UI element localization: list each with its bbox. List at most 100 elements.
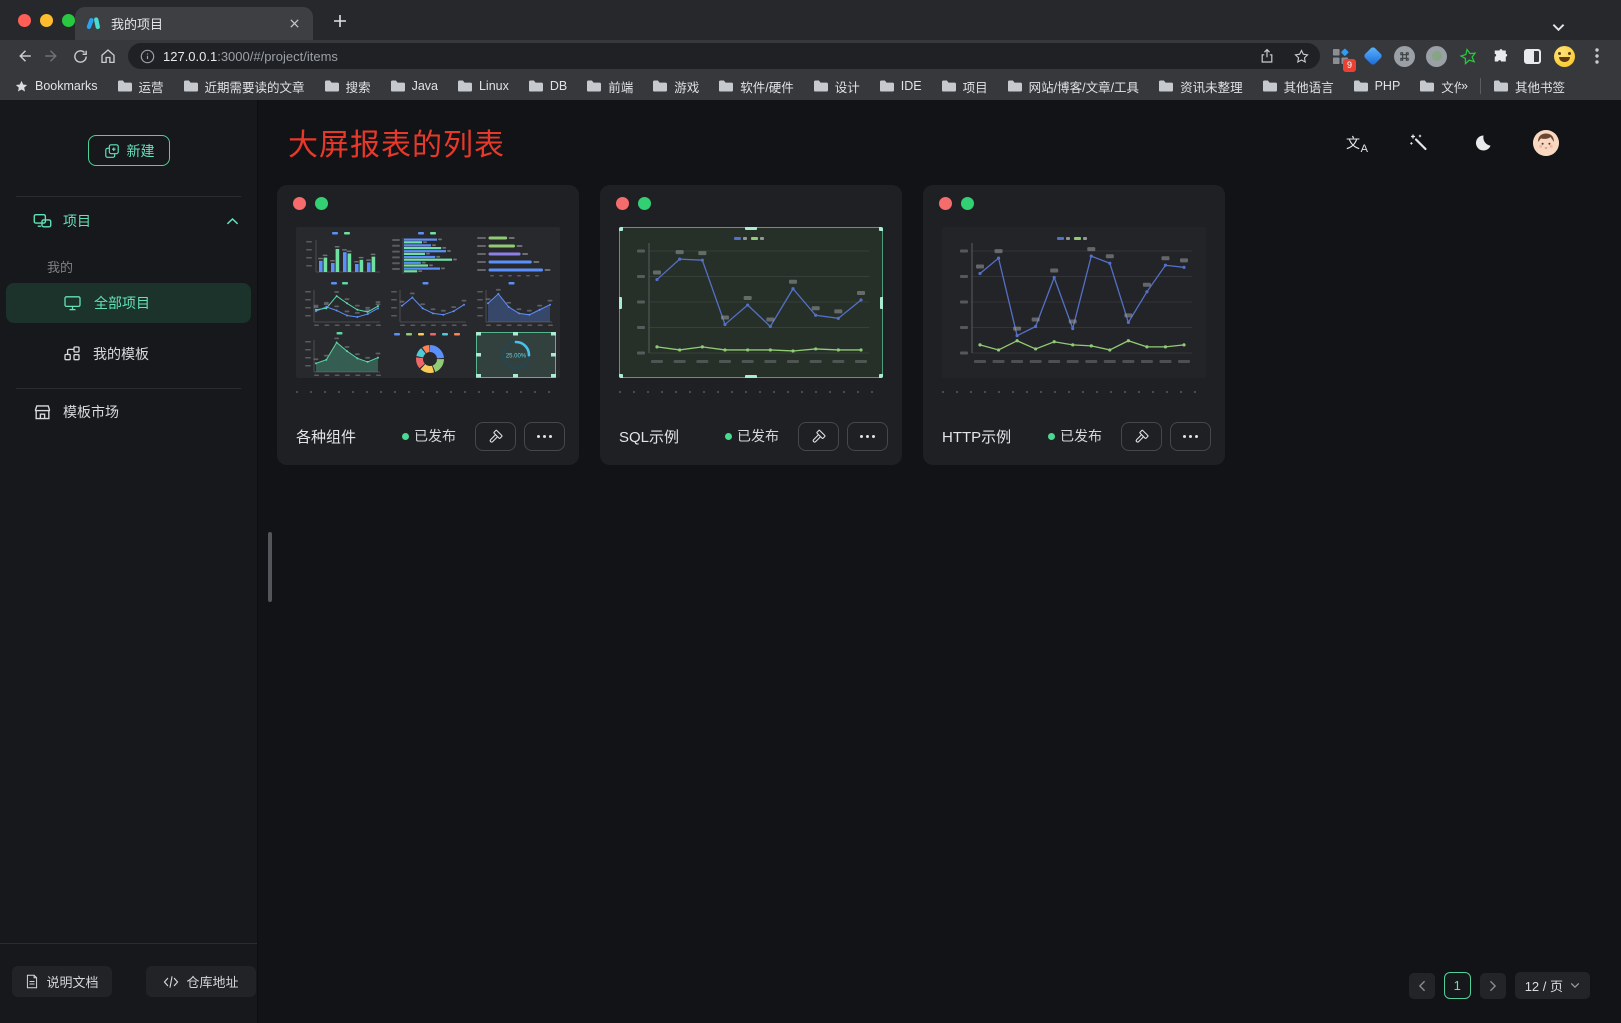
more-button[interactable] <box>847 422 888 451</box>
bookmark-folder[interactable]: 设计 <box>813 77 860 96</box>
edit-button[interactable] <box>475 422 516 451</box>
bookmark-star-icon[interactable] <box>1288 44 1314 68</box>
close-window-icon[interactable] <box>18 14 31 27</box>
bookmark-folder[interactable]: 软件/硬件 <box>718 77 793 96</box>
edit-button[interactable] <box>798 422 839 451</box>
zoom-window-icon[interactable] <box>62 14 75 27</box>
monitor-icon <box>63 294 82 312</box>
home-icon[interactable] <box>94 42 122 70</box>
page-size-select[interactable]: 12 / 页 <box>1515 972 1590 999</box>
project-card[interactable]: SQL示例 已发布 <box>600 185 902 465</box>
bookmark-folder[interactable]: 前端 <box>586 77 633 96</box>
project-thumbnail[interactable] <box>619 227 883 378</box>
red-dot-icon <box>939 197 952 210</box>
scrollbar-thumb[interactable] <box>268 532 272 602</box>
app-root: 新建 项目 我的 全部项目 我的模板 模板 <box>0 100 1621 1023</box>
site-info-icon[interactable] <box>140 49 155 64</box>
code-icon <box>163 975 179 989</box>
extension-grid-icon[interactable]: 9 <box>1328 44 1353 69</box>
bookmark-folder[interactable]: 游戏 <box>652 77 699 96</box>
project-name: SQL示例 <box>619 426 725 447</box>
extension-star-icon[interactable] <box>1456 44 1481 69</box>
new-tab-button[interactable] <box>327 8 353 34</box>
folder-icon <box>183 79 199 93</box>
bookmark-folder[interactable]: 网站/博客/文章/工具 <box>1007 77 1139 96</box>
chevron-up-icon[interactable] <box>226 217 239 226</box>
repo-button[interactable]: 仓库地址 <box>146 966 256 997</box>
project-name: HTTP示例 <box>942 426 1048 447</box>
emoji-extension-icon[interactable] <box>1552 44 1577 69</box>
sidebar-item-all-projects[interactable]: 全部项目 <box>6 283 251 323</box>
bookmarks-right-group: » 其他书签 <box>1461 77 1607 96</box>
reload-icon[interactable] <box>66 42 94 70</box>
docs-button[interactable]: 说明文档 <box>12 966 112 997</box>
bookmark-folder[interactable]: 搜索 <box>324 77 371 96</box>
sidebar-section-projects[interactable]: 项目 <box>0 205 257 237</box>
status-dot-icon <box>725 433 732 440</box>
sidebar-item-my-templates[interactable]: 我的模板 <box>0 338 257 370</box>
sidebar: 新建 项目 我的 全部项目 我的模板 模板 <box>0 100 258 1023</box>
folder-icon <box>813 79 829 93</box>
project-thumbnail[interactable] <box>942 227 1206 378</box>
folder-icon <box>652 79 668 93</box>
project-card[interactable]: 25.00% 各种组件 已发布 <box>277 185 579 465</box>
bookmark-folder[interactable]: Java <box>390 79 438 93</box>
extension-command-icon[interactable] <box>1392 44 1417 69</box>
tab-close-icon[interactable] <box>286 15 303 32</box>
folder-icon <box>457 79 473 93</box>
sidebar-item-template-market[interactable]: 模板市场 <box>0 396 257 428</box>
tab-search-chevron-icon[interactable] <box>1552 23 1565 32</box>
active-tab[interactable]: 我的项目 <box>75 7 313 40</box>
browser-menu-icon[interactable] <box>1584 44 1609 69</box>
folder-icon <box>1353 79 1369 93</box>
star-icon <box>14 79 29 94</box>
folder-icon <box>1262 79 1278 93</box>
edit-button[interactable] <box>1121 422 1162 451</box>
bookmark-folder[interactable]: 项目 <box>941 77 988 96</box>
project-thumbnail[interactable]: 25.00% <box>296 227 560 378</box>
bookmark-folder[interactable]: 资讯未整理 <box>1158 77 1243 96</box>
language-icon[interactable]: 文 A <box>1346 133 1368 153</box>
dark-mode-moon-icon[interactable] <box>1470 131 1494 155</box>
bookmarks-root[interactable]: Bookmarks <box>14 79 98 94</box>
share-icon[interactable] <box>1254 44 1280 68</box>
extension-dot-icon[interactable] <box>1424 44 1449 69</box>
next-page-button[interactable] <box>1480 973 1506 999</box>
dashed-divider <box>942 391 1206 393</box>
more-button[interactable] <box>1170 422 1211 451</box>
back-icon[interactable] <box>10 42 38 70</box>
bookmark-folder[interactable]: PHP <box>1353 79 1401 93</box>
new-project-button[interactable]: 新建 <box>88 135 170 166</box>
bookmark-folder[interactable]: 文件服务器 <box>1419 77 1461 96</box>
bookmarks-overflow-chevron[interactable]: » <box>1461 79 1468 93</box>
chevron-down-icon <box>1570 982 1580 989</box>
status-dot-icon <box>402 433 409 440</box>
prev-page-button[interactable] <box>1409 973 1435 999</box>
bookmark-folder[interactable]: 其他语言 <box>1262 77 1334 96</box>
other-bookmarks[interactable]: 其他书签 <box>1493 77 1565 96</box>
sidebar-footer-divider <box>0 943 257 944</box>
bookmark-folder[interactable]: 近期需要读的文章 <box>183 77 305 96</box>
project-card[interactable]: HTTP示例 已发布 <box>923 185 1225 465</box>
magic-wand-icon[interactable] <box>1407 131 1431 155</box>
bookmark-folder[interactable]: Linux <box>457 79 509 93</box>
minimize-window-icon[interactable] <box>40 14 53 27</box>
bookmark-folder[interactable]: IDE <box>879 79 922 93</box>
extension-puzzle-icon[interactable] <box>1488 44 1513 69</box>
current-page[interactable]: 1 <box>1444 972 1471 999</box>
status-dot-icon <box>1048 433 1055 440</box>
svg-text:25.00%: 25.00% <box>506 354 527 360</box>
extensions-row: 9 <box>1328 44 1611 69</box>
bookmark-list: Bookmarks 运营 近期需要读的文章 搜索 Java Linux DB <box>14 77 1461 96</box>
address-bar[interactable]: 127.0.0.1:3000/#/project/items <box>128 43 1320 69</box>
project-name: 各种组件 <box>296 426 402 447</box>
side-panel-icon[interactable] <box>1520 44 1545 69</box>
more-button[interactable] <box>524 422 565 451</box>
window-dots <box>616 197 651 210</box>
user-avatar[interactable] <box>1533 130 1559 156</box>
forward-icon[interactable] <box>38 42 66 70</box>
red-dot-icon <box>293 197 306 210</box>
bookmark-folder[interactable]: DB <box>528 79 567 93</box>
bookmark-folder[interactable]: 运营 <box>117 77 164 96</box>
extension-gem-icon[interactable] <box>1360 44 1385 69</box>
